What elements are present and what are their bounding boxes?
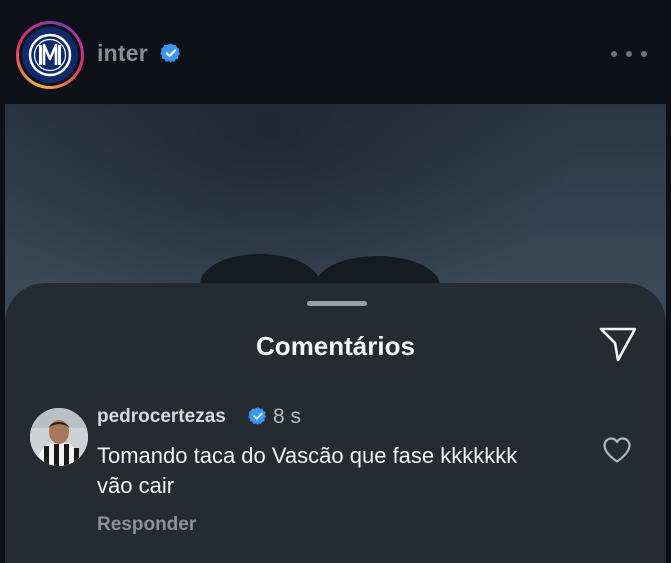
post-username[interactable]: inter <box>97 40 148 67</box>
verified-badge-icon <box>160 43 180 63</box>
heart-outline-icon[interactable] <box>602 436 632 464</box>
sheet-drag-handle[interactable] <box>307 301 367 306</box>
comments-sheet: Comentários pedrocertezas 8 s Tomando ta… <box>5 283 666 563</box>
instagram-post-screen: inter Comentários pedrocertezas 8 s Toma… <box>0 0 671 563</box>
commenter-photo <box>30 408 88 466</box>
post-header: inter <box>0 0 671 104</box>
send-paper-plane-icon[interactable] <box>598 325 638 363</box>
more-options-icon[interactable] <box>611 44 647 64</box>
inter-logo-icon <box>28 33 72 77</box>
commenter-avatar[interactable] <box>30 408 88 466</box>
verified-badge-icon <box>248 407 267 425</box>
story-ring-avatar[interactable] <box>16 21 84 89</box>
commenter-username[interactable]: pedrocertezas <box>97 406 226 428</box>
more-dot <box>611 51 617 57</box>
more-dot <box>641 51 647 57</box>
avatar-ring-gap <box>19 24 81 86</box>
comments-title: Comentários <box>256 331 415 361</box>
comment-timestamp: 8 s <box>273 405 302 428</box>
more-dot <box>626 51 632 57</box>
inter-logo-avatar <box>22 27 78 83</box>
comment-text: Tomando taca do Vascão que fase kkkkkkk … <box>97 443 518 498</box>
reply-button[interactable]: Responder <box>97 514 196 536</box>
